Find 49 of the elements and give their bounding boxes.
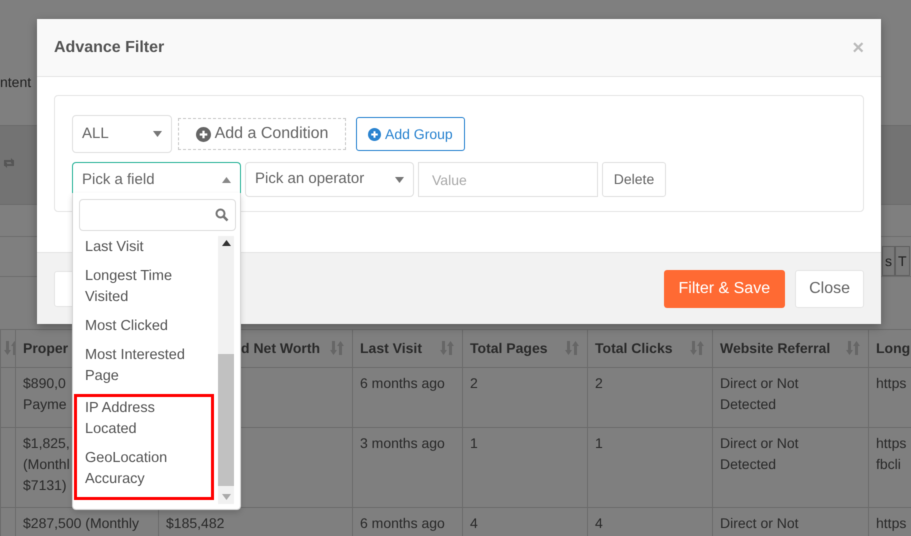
caret-icon — [395, 176, 404, 182]
close-button[interactable]: Close — [795, 270, 864, 308]
scrollbar[interactable] — [218, 236, 234, 504]
table-cell: $287,500 (Monthly — [23, 515, 139, 531]
match-select[interactable]: ALL — [72, 115, 172, 153]
table-cell: 4 — [470, 515, 478, 531]
scrollbar-thumb[interactable] — [218, 354, 234, 486]
table-cell: https fbcli — [876, 435, 906, 472]
sort-icon[interactable] — [565, 341, 579, 355]
table-cell: $1,825, (Monthl $7131) — [23, 435, 70, 493]
column-header[interactable]: d Net Worth — [241, 340, 320, 356]
table-cell: 3 months ago — [360, 435, 445, 451]
column-header[interactable]: Proper — [23, 340, 68, 356]
table-cell: 6 months ago — [360, 375, 445, 391]
add-condition-button[interactable]: Add a Condition — [178, 118, 346, 150]
plus-circle-icon — [196, 126, 211, 142]
operator-select[interactable]: Pick an operator — [245, 162, 414, 197]
table-cell: 1 — [595, 435, 603, 451]
search-icon — [215, 208, 229, 222]
table-cell: 2 — [595, 375, 603, 391]
table-cell: 4 — [595, 515, 603, 531]
caret-icon — [153, 131, 162, 137]
table-cell: 2 — [470, 375, 478, 391]
table-cell: Direct or Not Detected — [720, 435, 799, 472]
plus-circle-icon — [368, 128, 381, 140]
table-cell: https — [876, 375, 906, 391]
table-cell: https — [876, 515, 906, 531]
scroll-down-icon — [222, 494, 230, 500]
repost-icon[interactable] — [2, 157, 16, 170]
search-field[interactable] — [79, 199, 236, 231]
delete-button[interactable]: Delete — [602, 162, 666, 197]
sort-icon[interactable] — [330, 341, 344, 355]
modal-title: Advance Filter — [54, 38, 164, 58]
sort-icon[interactable] — [440, 341, 454, 355]
scroll-up-icon — [222, 240, 230, 246]
value-field[interactable]: Value — [418, 162, 598, 197]
sort-icon[interactable] — [4, 341, 14, 355]
table-cell: Direct or Not Detected — [720, 375, 799, 412]
table-cell: $890,0 Payme — [23, 375, 67, 412]
sort-icon[interactable] — [846, 341, 860, 355]
tab-button[interactable]: T — [895, 246, 910, 276]
table-cell: 6 months ago — [360, 515, 445, 531]
intro-text: ntent — [0, 74, 32, 90]
sort-icon[interactable] — [690, 341, 704, 355]
table-cell: 1 — [470, 435, 478, 451]
add-group-button[interactable]: Add Group — [356, 117, 465, 151]
tab-button[interactable]: s — [882, 246, 895, 276]
table-cell: $185,482 — [166, 515, 224, 531]
table-cell: Direct or Not — [720, 515, 799, 531]
